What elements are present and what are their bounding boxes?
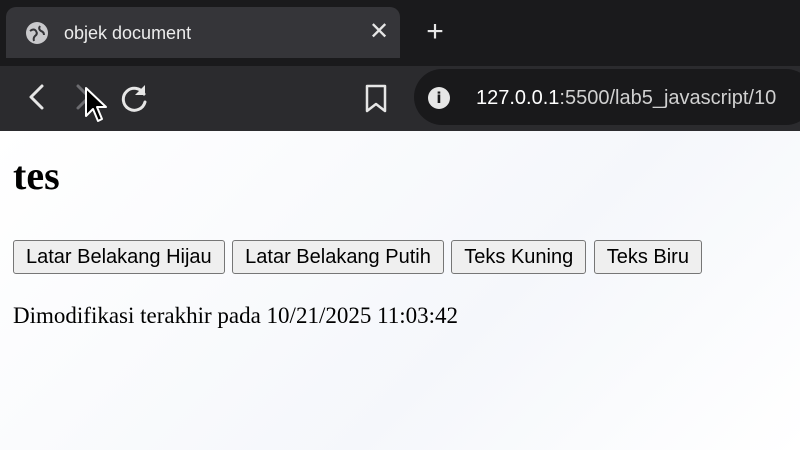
page-heading: tes xyxy=(13,153,60,198)
tab-strip: objek document ✕ + xyxy=(0,0,800,66)
close-tab-icon[interactable]: ✕ xyxy=(364,17,394,47)
back-icon[interactable] xyxy=(18,66,58,131)
tab-objek-document[interactable]: objek document ✕ xyxy=(6,7,400,58)
page-content: tes Latar Belakang Hijau Latar Belakang … xyxy=(0,131,800,450)
green-background-button[interactable]: Latar Belakang Hijau xyxy=(13,240,225,274)
browser-toolbar: i 127.0.0.1:5500/lab5_javascript/10 xyxy=(0,66,800,131)
address-host: 127.0.0.1 xyxy=(476,87,560,109)
white-background-button[interactable]: Latar Belakang Putih xyxy=(232,240,444,274)
address-bar[interactable]: i 127.0.0.1:5500/lab5_javascript/10 xyxy=(414,69,800,125)
bookmark-icon[interactable] xyxy=(356,66,396,131)
browser-chrome: objek document ✕ + i 127.0.0.1:5500/lab5… xyxy=(0,0,800,131)
mouse-cursor-icon xyxy=(85,87,107,122)
globe-icon xyxy=(26,22,48,44)
address-url[interactable]: 127.0.0.1:5500/lab5_javascript/10 xyxy=(476,85,776,111)
address-path: :5500/lab5_javascript/10 xyxy=(559,87,777,109)
new-tab-button[interactable]: + xyxy=(420,17,450,47)
tab-title: objek document xyxy=(64,23,192,43)
blue-text-button[interactable]: Teks Biru xyxy=(593,240,702,274)
reload-icon[interactable] xyxy=(114,66,154,131)
button-group: Latar Belakang Hijau Latar Belakang Puti… xyxy=(13,240,705,274)
last-modified-text: Dimodifikasi terakhir pada 10/21/2025 11… xyxy=(13,303,459,328)
yellow-text-button[interactable]: Teks Kuning xyxy=(451,240,587,274)
info-icon[interactable]: i xyxy=(428,87,450,109)
